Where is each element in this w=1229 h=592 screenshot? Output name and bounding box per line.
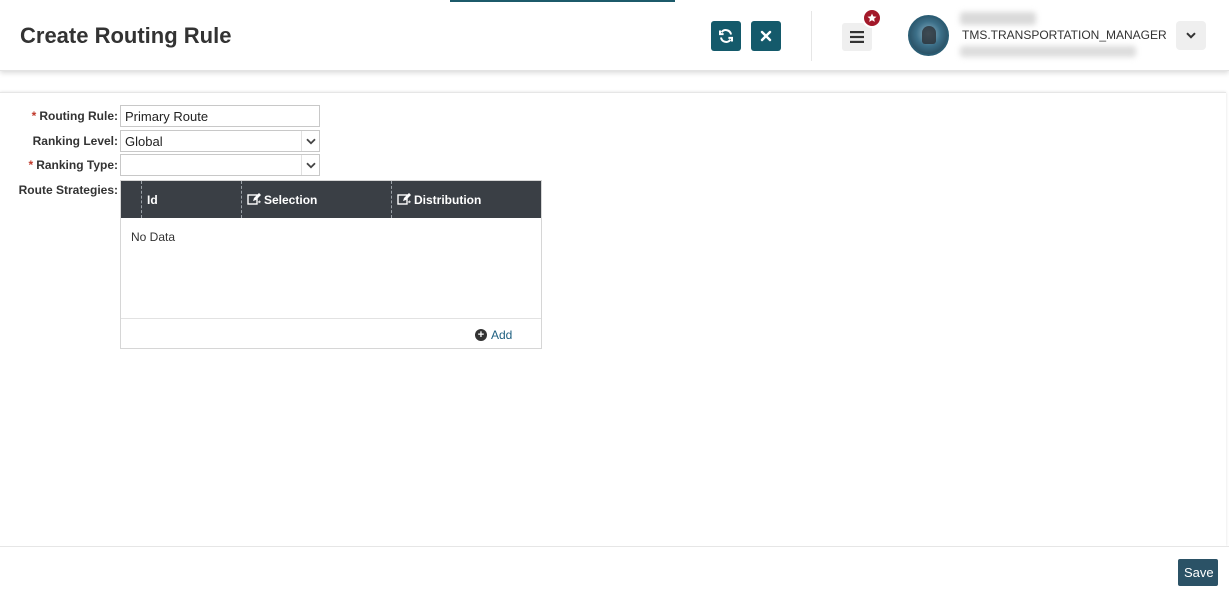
add-label: Add <box>491 328 513 342</box>
routing-rule-label: * Routing Rule: <box>0 109 118 123</box>
ranking-type-label-text: Ranking Type: <box>36 158 118 172</box>
grid-footer: + Add <box>121 318 541 348</box>
favorites-badge[interactable] <box>862 8 882 28</box>
column-header-selection[interactable]: * Selection <box>241 181 391 218</box>
empty-state-text: No Data <box>131 230 176 244</box>
routing-rule-label-text: Routing Rule: <box>39 109 118 123</box>
column-header-id[interactable]: Id <box>141 181 241 218</box>
avatar-figure <box>922 26 936 44</box>
route-strategies-grid: Id * Selection * Distribution No Data + … <box>120 180 542 349</box>
save-button[interactable]: Save <box>1178 559 1218 586</box>
column-header-distribution-label: Distribution <box>414 192 482 207</box>
column-header-selection-label: Selection <box>264 192 318 207</box>
chevron-down-icon <box>301 155 319 175</box>
routing-rule-input[interactable] <box>120 105 320 127</box>
form-panel: *Routing Rule: Ranking Level: Global *Ra… <box>0 92 1226 546</box>
edit-icon: * <box>247 193 261 207</box>
add-button[interactable]: + Add <box>475 328 512 342</box>
required-marker: * <box>28 158 34 172</box>
ranking-level-label: Ranking Level: <box>0 134 118 148</box>
svg-text:*: * <box>258 201 261 207</box>
edit-icon: * <box>397 193 411 207</box>
plus-circle-icon: + <box>475 329 487 341</box>
grid-header: Id * Selection * Distribution <box>121 181 541 218</box>
ranking-type-label: * Ranking Type: <box>0 158 118 172</box>
route-strategies-label: Route Strategies: <box>0 183 118 197</box>
page-title: Create Routing Rule <box>20 23 232 48</box>
column-header-distribution[interactable]: * Distribution <box>391 181 541 218</box>
refresh-button[interactable] <box>711 21 741 51</box>
chevron-down-icon <box>1186 32 1196 39</box>
hamburger-menu-icon <box>850 31 864 43</box>
ranking-level-value: Global <box>125 134 163 149</box>
close-button[interactable] <box>751 21 781 51</box>
refresh-icon <box>719 29 733 43</box>
page-footer: Save <box>0 546 1229 592</box>
chevron-down-icon <box>301 131 319 151</box>
user-menu-button[interactable] <box>1176 21 1206 50</box>
user-detail-redacted <box>960 46 1136 57</box>
header-divider <box>811 11 812 61</box>
star-icon <box>867 13 877 22</box>
route-strategies-label-text: Route Strategies: <box>18 183 118 197</box>
page-header: Create Routing Rule TMS.TRANSPORTATION_M… <box>0 0 1229 71</box>
close-icon <box>760 30 772 42</box>
active-tab-indicator <box>450 0 675 2</box>
required-marker: * <box>31 109 37 123</box>
user-name-redacted <box>960 12 1036 25</box>
svg-text:*: * <box>408 201 411 207</box>
ranking-level-label-text: Ranking Level: <box>32 134 118 148</box>
ranking-level-select[interactable]: Global <box>120 130 320 152</box>
ranking-type-select[interactable] <box>120 154 320 176</box>
column-header-id-label: Id <box>147 192 158 207</box>
avatar[interactable] <box>908 15 949 56</box>
user-role: TMS.TRANSPORTATION_MANAGER <box>962 28 1167 42</box>
